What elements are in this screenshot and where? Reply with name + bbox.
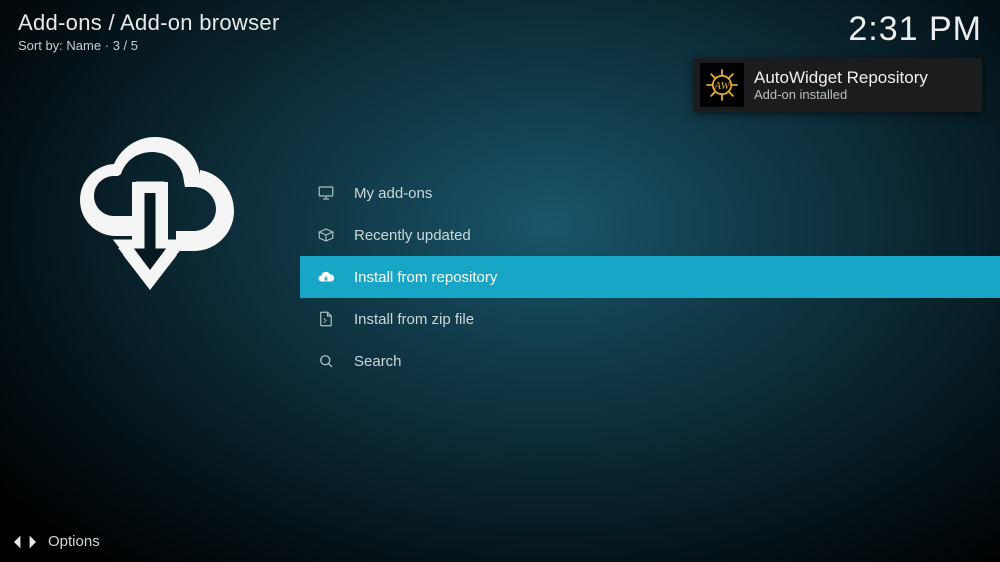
menu-item-my-addons[interactable]: My add-ons [300, 172, 1000, 214]
options-arrows-icon [14, 535, 36, 549]
footer-options-label: Options [48, 533, 100, 550]
sort-sep: · [105, 38, 113, 53]
monitor-icon [316, 183, 336, 203]
zip-file-icon [316, 309, 336, 329]
menu-item-install-from-zip[interactable]: Install from zip file [300, 298, 1000, 340]
footer-options[interactable]: Options [14, 533, 100, 550]
autowidget-gear-icon: AW [700, 63, 744, 107]
menu-item-label: Search [354, 353, 402, 370]
sort-label: Sort by: [18, 38, 63, 53]
sort-value: Name [66, 38, 101, 53]
cloud-download-large-icon [60, 120, 240, 300]
svg-text:AW: AW [713, 80, 730, 92]
open-box-icon [316, 225, 336, 245]
menu-item-label: Install from zip file [354, 311, 474, 328]
notification-toast[interactable]: AW AutoWidget Repository Add-on installe… [694, 58, 982, 112]
clock: 2:31 PM [848, 10, 982, 49]
menu-item-install-from-repository[interactable]: Install from repository [300, 256, 1000, 298]
cloud-download-icon [316, 267, 336, 287]
menu-item-label: Recently updated [354, 227, 471, 244]
menu-item-label: My add-ons [354, 185, 432, 202]
list-position: 3 / 5 [113, 38, 138, 53]
sort-line: Sort by: Name · 3 / 5 [18, 38, 280, 53]
menu-item-recently-updated[interactable]: Recently updated [300, 214, 1000, 256]
breadcrumb: Add-ons / Add-on browser [18, 10, 280, 36]
addon-browser-menu: My add-ons Recently updated Install from… [300, 172, 1000, 382]
menu-item-search[interactable]: Search [300, 340, 1000, 382]
search-icon [316, 351, 336, 371]
notification-title: AutoWidget Repository [754, 68, 928, 88]
notification-message: Add-on installed [754, 87, 928, 102]
menu-item-label: Install from repository [354, 269, 497, 286]
